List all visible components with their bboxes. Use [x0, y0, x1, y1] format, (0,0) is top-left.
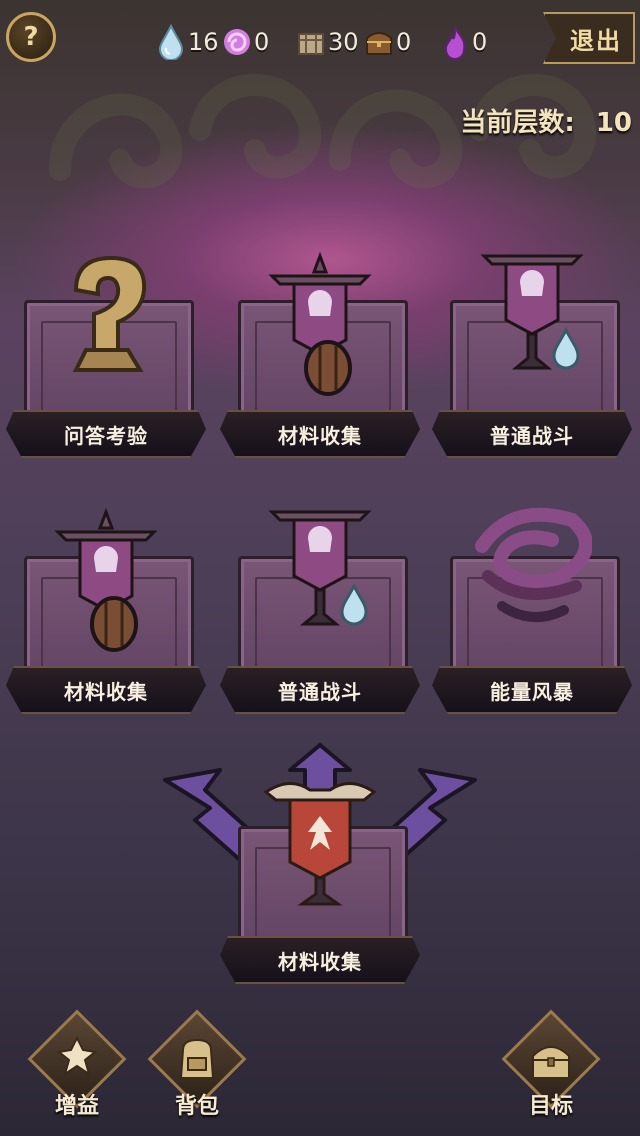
node-ribbon: 材料收集 [6, 666, 206, 714]
resource-chest: 0 [364, 22, 411, 62]
water-drop-icon [158, 24, 184, 60]
node-label: 材料收集 [64, 679, 148, 704]
node-label: 材料收集 [278, 423, 362, 448]
flame-count: 0 [472, 28, 488, 56]
node-material-2[interactable]: 材料收集 [6, 507, 206, 726]
bag-button[interactable]: 背包 [142, 1009, 252, 1126]
goal-label: 目标 [528, 1094, 573, 1119]
current-floor: 当前层数: 10 [460, 102, 632, 139]
resource-crate: 30 [296, 22, 359, 62]
buff-button[interactable]: 增益 [22, 1009, 132, 1126]
crate-icon [298, 33, 324, 55]
question-statue-icon [72, 255, 147, 372]
floor-value: 10 [595, 108, 632, 138]
purple-flame-icon [444, 24, 466, 60]
resource-flame: 0 [440, 22, 487, 62]
chest-count: 0 [396, 28, 412, 56]
energy-storm-icon [475, 507, 592, 623]
exit-label: 退出 [570, 26, 622, 55]
water-count: 16 [188, 28, 219, 56]
backpack-icon [179, 1038, 215, 1079]
resource-water: 16 [156, 22, 219, 62]
node-energy-storm[interactable]: 能量风暴 [432, 507, 632, 726]
help-button[interactable]: ? [6, 12, 56, 62]
node-material-1[interactable]: 材料收集 [220, 251, 420, 470]
bag-label: 背包 [174, 1094, 219, 1119]
buff-label: 增益 [54, 1094, 99, 1119]
node-ribbon: 普通战斗 [220, 666, 420, 714]
node-label: 普通战斗 [490, 423, 574, 448]
node-ribbon: 能量风暴 [432, 666, 632, 714]
exit-button[interactable]: 退出 [543, 12, 635, 64]
node-ribbon: 普通战斗 [432, 410, 632, 458]
node-battle-1[interactable]: 普通战斗 [432, 254, 632, 470]
chest-icon [366, 32, 392, 55]
purple-swirl-icon [224, 29, 250, 55]
node-label: 能量风暴 [490, 679, 574, 704]
goal-button[interactable]: 目标 [496, 1009, 606, 1126]
node-ribbon: 材料收集 [220, 936, 420, 984]
banner-shield-icon [268, 251, 372, 396]
question-mark-icon: ? [23, 22, 39, 52]
node-quiz[interactable]: 问答考验 [6, 255, 206, 470]
node-current[interactable]: 材料收集 [220, 782, 420, 996]
floor-label: 当前层数: [460, 108, 575, 138]
node-battle-2[interactable]: 普通战斗 [220, 510, 420, 726]
buff-emblem-icon [56, 1035, 98, 1077]
treasure-chest-icon [532, 1046, 570, 1079]
node-label: 普通战斗 [278, 679, 362, 704]
resource-swirl: 0 [222, 22, 269, 62]
node-ribbon: 材料收集 [220, 410, 420, 458]
node-label: 问答考验 [64, 423, 148, 448]
banner-shield-icon [54, 507, 158, 652]
banner-drop-icon [480, 254, 584, 370]
banner-drop-icon [268, 510, 372, 626]
top-bar: ? 16 0 30 0 0 退出 [0, 0, 640, 80]
node-ribbon: 问答考验 [6, 410, 206, 458]
swirl-count: 0 [254, 28, 270, 56]
crate-count: 30 [328, 28, 359, 56]
node-label: 材料收集 [278, 949, 362, 974]
red-banner-icon [263, 782, 377, 906]
